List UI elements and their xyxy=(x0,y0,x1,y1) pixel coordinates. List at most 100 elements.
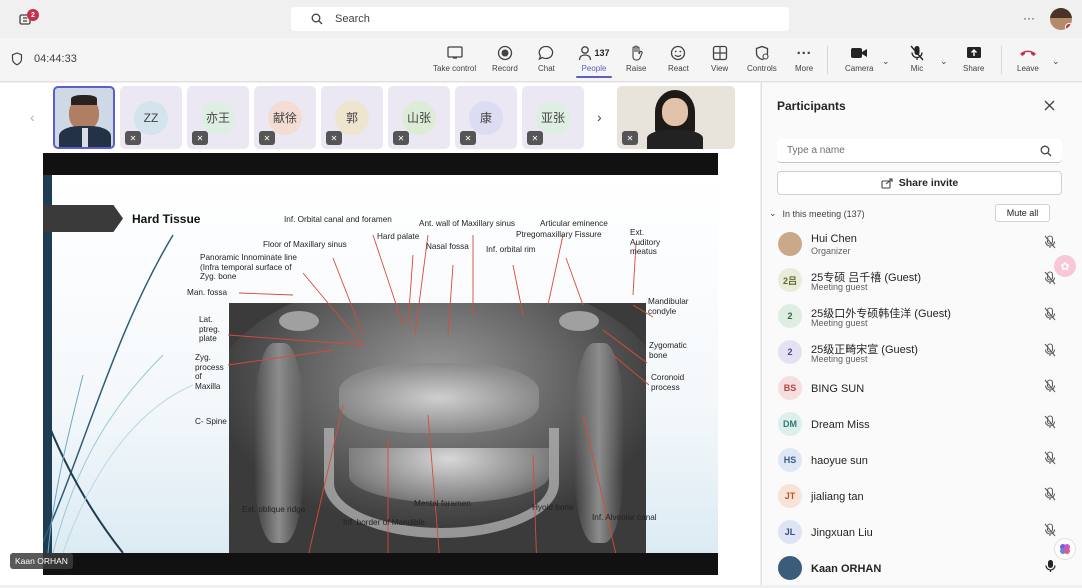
in-meeting-section-toggle[interactable]: ⌄ In this meeting (137) xyxy=(769,208,865,219)
label-ptreg-fissure: Ptregomaxillary Fissure xyxy=(516,230,602,239)
react-label: React xyxy=(668,64,689,73)
mic-label: Mic xyxy=(910,64,924,73)
react-button[interactable]: React xyxy=(668,42,689,73)
shield-icon xyxy=(11,52,23,71)
leave-button[interactable]: Leave xyxy=(1017,42,1039,73)
more-options-button[interactable]: ··· xyxy=(1023,11,1035,25)
user-avatar[interactable] xyxy=(1050,8,1072,30)
raise-hand-button[interactable]: Raise xyxy=(626,42,646,73)
view-label: View xyxy=(711,64,729,73)
participant-row[interactable]: 2 25级正畸宋宣 (Guest) Meeting guest xyxy=(778,336,1062,372)
participant-row[interactable]: Hui Chen Organizer xyxy=(778,228,1062,264)
participant-role: Organizer xyxy=(811,246,851,256)
mic-off-icon xyxy=(1044,523,1056,542)
label-mandibular-condyle: Mandibular condyle xyxy=(648,297,689,316)
people-button[interactable]: 137 People xyxy=(576,42,612,78)
participant-tile[interactable]: 献徐 ✕ xyxy=(254,86,316,149)
participant-row[interactable]: DM Dream Miss xyxy=(778,408,1062,444)
participant-row[interactable]: JL Jingxuan Liu xyxy=(778,516,1062,552)
smiley-icon xyxy=(670,42,686,64)
share-invite-label: Share invite xyxy=(898,177,959,189)
mic-off-icon: ✕ xyxy=(622,131,638,145)
take-control-button[interactable]: Take control xyxy=(433,42,476,73)
gallery-prev-chevron-icon[interactable]: ‹ xyxy=(30,109,35,125)
participant-tile[interactable]: 康 ✕ xyxy=(455,86,517,149)
participant-row[interactable]: Kaan ORHAN xyxy=(778,552,1062,588)
label-ext-auditory: Ext. Auditory meatus xyxy=(630,228,661,256)
search-icon xyxy=(1040,145,1052,157)
participant-tile[interactable]: 亦王 ✕ xyxy=(187,86,249,149)
camera-chevron-down-icon[interactable]: ⌄ xyxy=(882,56,890,67)
participant-search-input[interactable]: Type a name xyxy=(777,139,1062,163)
label-nasal-fossa: Nasal fossa xyxy=(426,242,469,251)
share-invite-button[interactable]: Share invite xyxy=(777,171,1062,195)
search-input[interactable]: Search xyxy=(291,7,789,31)
leave-chevron-down-icon[interactable]: ⌄ xyxy=(1052,56,1060,67)
participant-row[interactable]: BS BING SUN xyxy=(778,372,1062,408)
chat-label: Chat xyxy=(538,64,555,73)
controls-button[interactable]: Controls xyxy=(747,42,777,73)
label-hyoid-bone: Hyoid bone xyxy=(532,503,574,512)
participant-name: Dream Miss xyxy=(811,419,870,431)
close-icon[interactable] xyxy=(1044,98,1055,116)
participant-row[interactable]: JT jialiang tan xyxy=(778,480,1062,516)
avatar: BS xyxy=(778,376,802,400)
mic-off-icon: ✕ xyxy=(125,131,141,145)
screen-share-icon xyxy=(446,42,463,64)
in-meeting-label: In this meeting (137) xyxy=(782,208,865,219)
participant-row[interactable]: 2 25级口外专硕韩佳洋 (Guest) Meeting guest xyxy=(778,300,1062,336)
participant-tile[interactable]: 山张 ✕ xyxy=(388,86,450,149)
people-label: People xyxy=(581,64,607,73)
participant-video-tile[interactable] xyxy=(53,86,115,149)
participant-initials: 山张 xyxy=(402,100,436,135)
search-icon xyxy=(311,13,323,25)
mic-button[interactable]: Mic xyxy=(910,42,924,73)
hand-icon xyxy=(629,42,643,64)
participant-initials: 亦王 xyxy=(201,100,235,135)
participant-initials: 康 xyxy=(469,100,503,135)
participant-row[interactable]: HS haoyue sun xyxy=(778,444,1062,480)
participant-tile[interactable]: 亚张 ✕ xyxy=(522,86,584,149)
share-button[interactable]: Share xyxy=(963,42,984,73)
copilot-icon[interactable]: ✿ xyxy=(1054,255,1076,277)
chat-icon xyxy=(538,42,554,64)
chat-button[interactable]: Chat xyxy=(538,42,555,73)
camera-button[interactable]: Camera xyxy=(845,42,873,73)
mic-chevron-down-icon[interactable]: ⌄ xyxy=(940,56,948,67)
presenter-name-tag: Kaan ORHAN xyxy=(10,553,73,569)
take-control-label: Take control xyxy=(433,64,477,73)
participant-row[interactable]: 2吕 25专硕 吕千禧 (Guest) Meeting guest xyxy=(778,264,1062,300)
avatar: 2 xyxy=(778,304,802,328)
more-button[interactable]: ··· More xyxy=(795,42,813,74)
label-zygomatic-bone: Zygomatic bone xyxy=(649,341,687,360)
people-icon xyxy=(579,46,592,61)
mic-off-icon xyxy=(1044,487,1056,506)
hang-up-icon xyxy=(1019,42,1037,64)
mic-off-icon xyxy=(1044,415,1056,434)
toolbar-divider xyxy=(827,46,828,74)
assistant-icon[interactable] xyxy=(1054,538,1076,560)
participant-tile[interactable]: 郭 ✕ xyxy=(321,86,383,149)
avatar xyxy=(778,232,802,256)
gallery-next-chevron-icon[interactable]: › xyxy=(597,109,602,125)
meeting-stage: ‹ ZZ ✕ 亦王 ✕ 献徐 ✕ 郭 ✕ 山张 ✕ 康 ✕ 亚张 ✕ › ✕ Hard Tissue xyxy=(0,83,760,585)
record-button[interactable]: Record xyxy=(492,42,518,73)
mic-off-icon: ✕ xyxy=(460,131,476,145)
label-man-fossa: Man. fossa xyxy=(187,288,228,297)
mic-off-icon xyxy=(1044,235,1056,254)
mic-off-icon xyxy=(1044,379,1056,398)
slide-top-bar xyxy=(43,153,718,175)
controls-icon xyxy=(754,42,770,64)
participant-tile[interactable]: ZZ ✕ xyxy=(120,86,182,149)
participant-name: jialiang tan xyxy=(811,491,864,503)
mic-off-icon: ✕ xyxy=(393,131,409,145)
mic-off-icon xyxy=(1044,343,1056,362)
label-panoramic-innominate: Panoramic Innominate line (Infra tempora… xyxy=(200,253,297,281)
participant-video-tile[interactable]: ✕ xyxy=(617,86,735,149)
camera-icon xyxy=(850,42,868,64)
shared-slide: Hard Tissue Inf. Orbital canal and foram… xyxy=(43,175,718,553)
label-lat-ptreg-plate: Lat. ptreg. plate xyxy=(199,315,220,343)
view-button[interactable]: View xyxy=(711,42,728,73)
mute-all-button[interactable]: Mute all xyxy=(995,204,1050,222)
raise-label: Raise xyxy=(626,64,647,73)
